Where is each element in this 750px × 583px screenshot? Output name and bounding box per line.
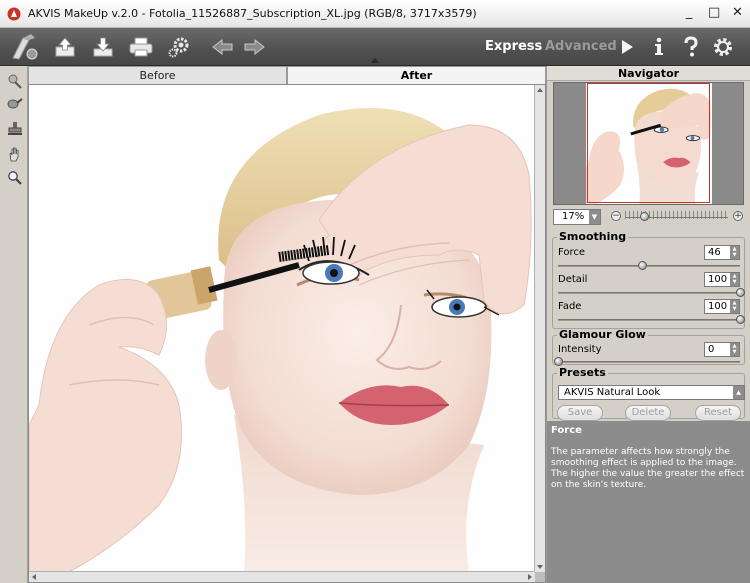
close-button[interactable]: ✕ — [732, 6, 743, 19]
redo-icon[interactable] — [240, 33, 268, 61]
intensity-spinbox[interactable]: 0 ▲ ▼ — [704, 342, 740, 357]
vertical-scrollbar[interactable] — [534, 85, 545, 572]
hand-icon[interactable] — [6, 145, 24, 163]
zoom-value: 17% — [562, 211, 585, 222]
tools-bar — [0, 66, 28, 583]
window-title: AKVIS MakeUp v.2.0 - Fotolia_11526887_Su… — [28, 7, 477, 20]
spin-arrows-icon[interactable]: ▲ ▼ — [730, 273, 739, 286]
detail-label: Detail — [558, 274, 588, 285]
preset-select[interactable]: AKVIS Natural Look ▲ — [558, 385, 745, 400]
open-icon[interactable] — [51, 33, 79, 61]
glamour-glow-group: Glamour Glow Intensity 0 ▲ ▼ — [552, 329, 745, 366]
detail-value: 100 — [708, 274, 728, 285]
logo-icon[interactable] — [8, 31, 40, 63]
preferences-icon[interactable] — [165, 33, 193, 61]
spin-arrows-icon[interactable]: ▲ ▼ — [730, 300, 739, 313]
settings-icon[interactable] — [709, 33, 737, 61]
spin-arrows-icon[interactable]: ▲ ▼ — [730, 343, 739, 356]
akvis-app-icon — [7, 7, 21, 20]
presets-group: Presets AKVIS Natural Look ▲ Save Delete… — [552, 367, 745, 421]
save-icon[interactable] — [89, 33, 117, 61]
zoom-in-button[interactable]: + — [733, 211, 743, 221]
minimize-button[interactable]: _ — [684, 6, 694, 19]
force-label: Force — [558, 247, 586, 258]
zoom-out-button[interactable]: − — [611, 211, 621, 221]
preset-selected: AKVIS Natural Look — [564, 387, 661, 398]
horizontal-scrollbar[interactable] — [29, 571, 535, 582]
reset-preset-button[interactable]: Reset — [695, 405, 741, 421]
zoom-slider-thumb[interactable] — [639, 212, 649, 221]
hint-panel: Force The parameter affects how strongly… — [547, 421, 750, 583]
stamp-icon[interactable] — [6, 120, 24, 138]
maximize-button[interactable]: □ — [708, 6, 720, 19]
navigator-title: Navigator — [547, 66, 750, 81]
retouch-brush-icon[interactable] — [6, 72, 24, 90]
smoothing-group: Smoothing Force 46 ▲ ▼ Detail 100 ▲ ▼ Fade… — [552, 231, 745, 329]
fade-slider-thumb[interactable] — [736, 315, 745, 324]
chevron-down-icon: ▲ — [733, 386, 744, 399]
save-preset-button[interactable]: Save — [557, 405, 603, 421]
view-tabs: Before After — [28, 66, 546, 84]
tab-before[interactable]: Before — [28, 66, 287, 84]
undo-icon[interactable] — [209, 33, 237, 61]
help-icon[interactable] — [677, 33, 705, 61]
zoom-select[interactable]: 17% ▼ — [553, 209, 601, 225]
main-toolbar: Express Advanced — [0, 28, 750, 66]
force-slider[interactable] — [558, 261, 740, 270]
spin-arrows-icon[interactable]: ▲ ▼ — [730, 246, 739, 259]
fade-label: Fade — [558, 301, 582, 312]
print-icon[interactable] — [127, 33, 155, 61]
intensity-slider-thumb[interactable] — [554, 357, 563, 366]
force-slider-thumb[interactable] — [637, 261, 647, 270]
intensity-value: 0 — [708, 344, 715, 355]
navigator-view-frame[interactable] — [587, 83, 710, 203]
toolbar-collapse-handle[interactable] — [371, 58, 379, 63]
advanced-mode-button[interactable]: Advanced — [545, 39, 617, 54]
detail-slider-thumb[interactable] — [736, 288, 745, 297]
chevron-down-icon: ▼ — [589, 210, 600, 224]
detail-slider[interactable] — [558, 288, 745, 297]
title-bar: AKVIS MakeUp v.2.0 - Fotolia_11526887_Su… — [0, 0, 750, 28]
run-icon[interactable] — [613, 33, 641, 61]
tab-after[interactable]: After — [287, 66, 546, 84]
intensity-slider[interactable] — [554, 357, 740, 366]
express-mode-button[interactable]: Express — [485, 39, 542, 54]
hint-text: The parameter affects how strongly the s… — [551, 447, 745, 490]
presets-title: Presets — [557, 366, 608, 379]
detail-spinbox[interactable]: 100 ▲ ▼ — [704, 272, 740, 287]
settings-panel: Navigator 17% ▼ − + Smoothing Force 46 ▲… — [546, 66, 750, 583]
portrait-photo — [29, 85, 535, 572]
fade-value: 100 — [708, 301, 728, 312]
fade-spinbox[interactable]: 100 ▲ ▼ — [704, 299, 740, 314]
zoom-controls: 17% ▼ − + — [553, 209, 745, 225]
fade-slider[interactable] — [558, 315, 745, 324]
smoothing-title: Smoothing — [557, 230, 629, 243]
zoom-icon[interactable] — [6, 169, 24, 187]
intensity-label: Intensity — [558, 344, 602, 355]
image-canvas[interactable] — [28, 84, 546, 583]
hint-title: Force — [551, 425, 582, 436]
glamour-glow-title: Glamour Glow — [557, 328, 648, 341]
force-spinbox[interactable]: 46 ▲ ▼ — [704, 245, 740, 260]
info-icon[interactable] — [645, 33, 673, 61]
color-brush-icon[interactable] — [6, 96, 24, 114]
navigator-preview[interactable] — [553, 82, 744, 205]
force-value: 46 — [708, 247, 721, 258]
delete-preset-button[interactable]: Delete — [625, 405, 671, 421]
